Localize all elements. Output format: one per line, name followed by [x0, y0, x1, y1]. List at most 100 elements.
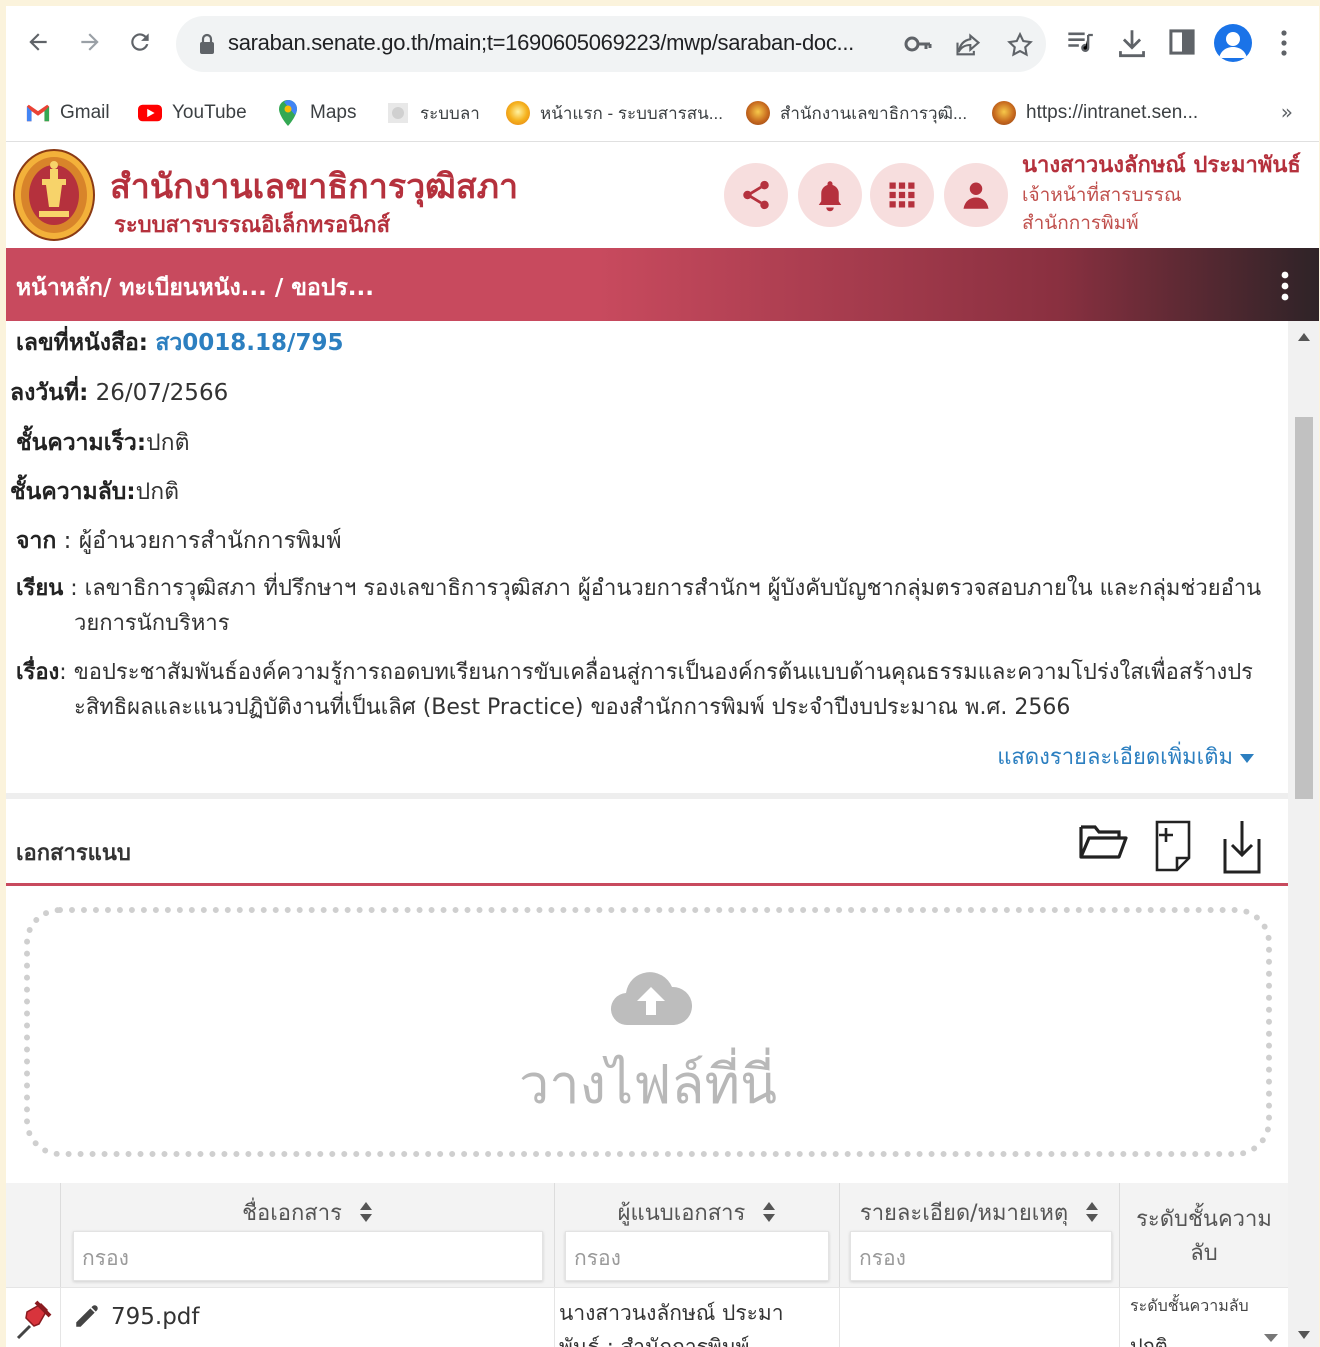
scroll-thumb[interactable] [1295, 417, 1313, 799]
file-name-header: ชื่อเอกสาร [242, 1201, 342, 1226]
column-detail[interactable]: รายละเอียด/หมายเหตุ กรอง [840, 1183, 1120, 1287]
urgency-line: ชั้นความเร็ว:ปกติ [16, 425, 190, 461]
urgency-label: ชั้นความเร็ว: [16, 430, 147, 456]
detail-header: รายละเอียด/หมายเหตุ [859, 1201, 1069, 1226]
new-file-icon[interactable] [1154, 819, 1192, 873]
bookmark-label: https://intranet.sen... [1026, 102, 1199, 123]
secrecy-line: ชั้นความลับ:ปกติ [10, 474, 179, 510]
bookmark-senate-secretariat[interactable]: สำนักงานเลขาธิการวุฒิ... [746, 98, 967, 128]
section-divider [6, 793, 1288, 799]
pushpin-icon[interactable] [16, 1300, 52, 1340]
dropdown-arrow-icon[interactable] [1264, 1334, 1278, 1344]
download-icon[interactable] [1118, 28, 1146, 58]
bookmark-maps[interactable]: Maps [276, 98, 356, 128]
doc-number-label: เลขที่หนังสือ: [16, 330, 149, 356]
bookmark-youtube[interactable]: YouTube [138, 98, 247, 128]
to-paragraph: เรียน : เลขาธิการวุฒิสภา ที่ปรึกษาฯ รองเ… [16, 571, 1278, 641]
secrecy-select-value[interactable]: ปกติ [1130, 1330, 1168, 1347]
sort-icon[interactable] [359, 1201, 373, 1223]
attached-by-filter-input[interactable]: กรอง [565, 1231, 829, 1281]
youtube-icon [138, 101, 162, 125]
secrecy-value: ปกติ [135, 479, 180, 505]
file-name-filter-input[interactable]: กรอง [73, 1231, 543, 1281]
column-secrecy[interactable]: ระดับชั้นความ ลับ [1120, 1183, 1288, 1287]
address-bar[interactable]: saraban.senate.go.th/main;t=169060506922… [176, 16, 1046, 72]
from-label: จาก [16, 528, 57, 554]
show-more-label: แสดงรายละเอียดเพิ่มเติม [997, 745, 1233, 770]
secrecy-header-line1: ระดับชั้นความ [1136, 1207, 1272, 1232]
scroll-down-arrow[interactable] [1298, 1331, 1310, 1339]
breadcrumb[interactable]: หน้าหลัก/ ทะเบียนหนัง... / ขอปร... [16, 270, 374, 306]
emblem-icon [746, 101, 770, 125]
subject-label: เรื่อง [16, 660, 60, 685]
sort-icon[interactable] [1085, 1201, 1099, 1223]
column-attached-by[interactable]: ผู้แนบเอกสาร กรอง [555, 1183, 840, 1287]
user-icon [963, 182, 989, 209]
detail-filter-input[interactable]: กรอง [850, 1231, 1112, 1281]
browser-window: saraban.senate.go.th/main;t=169060506922… [6, 6, 1319, 1347]
share-page-icon[interactable] [954, 31, 982, 59]
more-bookmarks-button[interactable]: » [1281, 100, 1293, 124]
forward-button[interactable] [72, 24, 108, 60]
secrecy-cell: ระดับชั้นความลับ ปกติ [1120, 1288, 1288, 1347]
attached-by-line2: พันธ์ : สำนักการพิมพ์ [559, 1335, 750, 1347]
back-button[interactable] [20, 24, 56, 60]
pencil-icon[interactable] [73, 1304, 99, 1330]
profile-avatar[interactable] [1214, 24, 1252, 62]
browser-toolbar: saraban.senate.go.th/main;t=169060506922… [6, 6, 1319, 82]
bookmark-label: YouTube [172, 102, 247, 123]
user-name: นางสาวนงลักษณ์ ประมาพันธ์ [1022, 153, 1301, 178]
attachments-table-header: ชื่อเอกสาร กรอง ผู้แนบเอกสาร กรอง รายละเ… [6, 1183, 1288, 1287]
bookmark-intranet[interactable]: https://intranet.sen... [992, 98, 1198, 128]
secrecy-header-line2: ลับ [1190, 1241, 1218, 1266]
file-name-link[interactable]: 795.pdf [111, 1304, 200, 1330]
reading-list-icon[interactable] [1066, 28, 1094, 56]
show-more-link[interactable]: แสดงรายละเอียดเพิ่มเติม [997, 739, 1254, 774]
column-label: ชื่อเอกสาร [61, 1195, 554, 1230]
bookmarks-bar: Gmail YouTube Maps ระบบลา หน้าแรก - ระบบ… [6, 84, 1319, 142]
file-dropzone[interactable]: วางไฟล์ที่นี่ [24, 907, 1272, 1157]
lock-icon [200, 33, 214, 54]
to-value: เลขาธิการวุฒิสภา ที่ปรึกษาฯ รองเลขาธิการ… [84, 576, 1262, 601]
doc-date-line: ลงวันที่: 26/07/2566 [10, 375, 228, 411]
emblem-icon [992, 101, 1016, 125]
cloud-upload-icon [611, 972, 692, 1026]
maps-pin-icon [276, 100, 300, 126]
pin-cell [6, 1288, 61, 1347]
bookmark-label: Maps [310, 102, 357, 123]
attached-by-header: ผู้แนบเอกสาร [617, 1201, 746, 1226]
more-vertical-icon[interactable] [1279, 270, 1291, 302]
from-line: จาก : ผู้อำนวยการสำนักการพิมพ์ [16, 528, 342, 554]
table-row[interactable]: 795.pdf นางสาวนงลักษณ์ ประมา พันธ์ : สำน… [6, 1287, 1288, 1347]
share-button[interactable] [724, 163, 788, 227]
bookmark-home-info[interactable]: หน้าแรก - ระบบสารสน... [506, 98, 723, 128]
detail-cell [840, 1288, 1120, 1347]
pin-column-header [6, 1183, 61, 1287]
download-tray-icon[interactable] [1222, 819, 1262, 875]
dropzone-text: วางไฟล์ที่นี่ [518, 1053, 777, 1116]
subject-value-cont: ะสิทธิผลและแนวปฏิบัติงานที่เป็นเลิศ (Bes… [74, 695, 1071, 720]
scroll-up-arrow[interactable] [1298, 333, 1310, 341]
secrecy-label: ชั้นความลับ: [10, 479, 136, 505]
bookmark-gmail[interactable]: Gmail [26, 98, 110, 128]
open-folder-icon[interactable] [1078, 819, 1128, 863]
apps-button[interactable] [870, 163, 934, 227]
notification-button[interactable] [798, 163, 862, 227]
sort-icon[interactable] [762, 1201, 776, 1223]
side-panel-icon[interactable] [1168, 28, 1196, 56]
to-value-cont: วยการนักบริหาร [74, 611, 230, 636]
reload-button[interactable] [122, 24, 158, 60]
column-file-name[interactable]: ชื่อเอกสาร กรอง [61, 1183, 555, 1287]
caret-down-icon [1240, 754, 1254, 763]
column-label: ผู้แนบเอกสาร [555, 1195, 839, 1230]
user-button[interactable] [944, 163, 1008, 227]
doc-number-value: สว0018.18/795 [155, 330, 344, 356]
menu-dots-icon[interactable] [1274, 28, 1294, 58]
key-icon[interactable] [904, 31, 932, 57]
star-icon[interactable] [1006, 31, 1034, 59]
bookmark-leave-system[interactable]: ระบบลา [386, 98, 480, 128]
bookmark-label: หน้าแรก - ระบบสารสน... [540, 103, 723, 123]
user-role: เจ้าหน้าที่สารบรรณ [1022, 184, 1182, 206]
page-scrollbar[interactable] [1288, 321, 1319, 1347]
doc-number-line: เลขที่หนังสือ: สว0018.18/795 [16, 325, 343, 361]
